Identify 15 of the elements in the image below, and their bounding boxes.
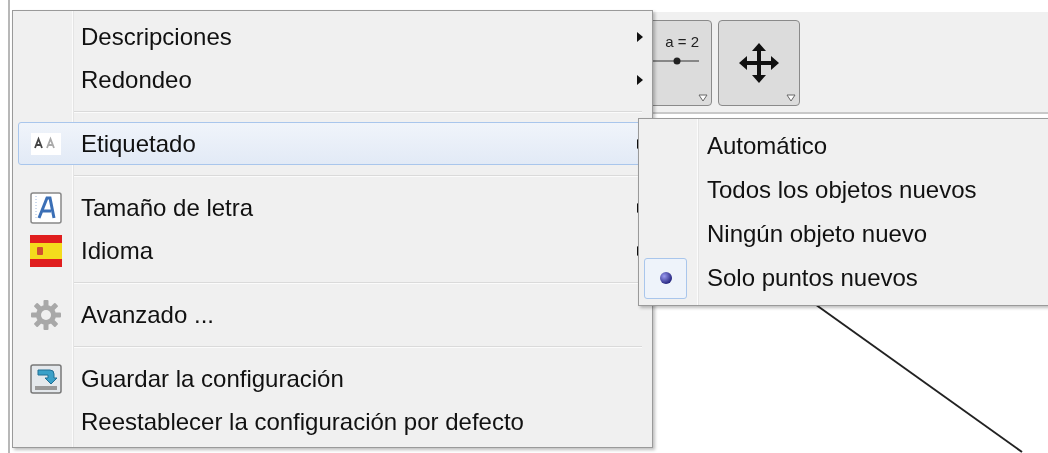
labels-icon [31, 132, 61, 155]
slider-icon [653, 57, 699, 65]
caret-icon [698, 94, 708, 102]
menu-item[interactable]: Descripciones [18, 15, 647, 58]
menu-item[interactable]: Redondeo [18, 58, 647, 101]
radio-menu-item[interactable]: Todos los objetos nuevos [639, 168, 1048, 212]
spain-flag-icon [30, 234, 62, 267]
save-icon [30, 363, 62, 394]
radio-menu-item[interactable]: Ningún objeto nuevo [639, 212, 1048, 256]
move-tool-button[interactable] [718, 20, 800, 106]
menu-item[interactable]: Reestablecer la configuración por defecto [18, 400, 647, 443]
menu-item[interactable]: Guardar la configuración [18, 357, 647, 400]
caret-icon [786, 94, 796, 102]
font-size-icon [30, 191, 62, 224]
gear-icon [30, 298, 62, 331]
